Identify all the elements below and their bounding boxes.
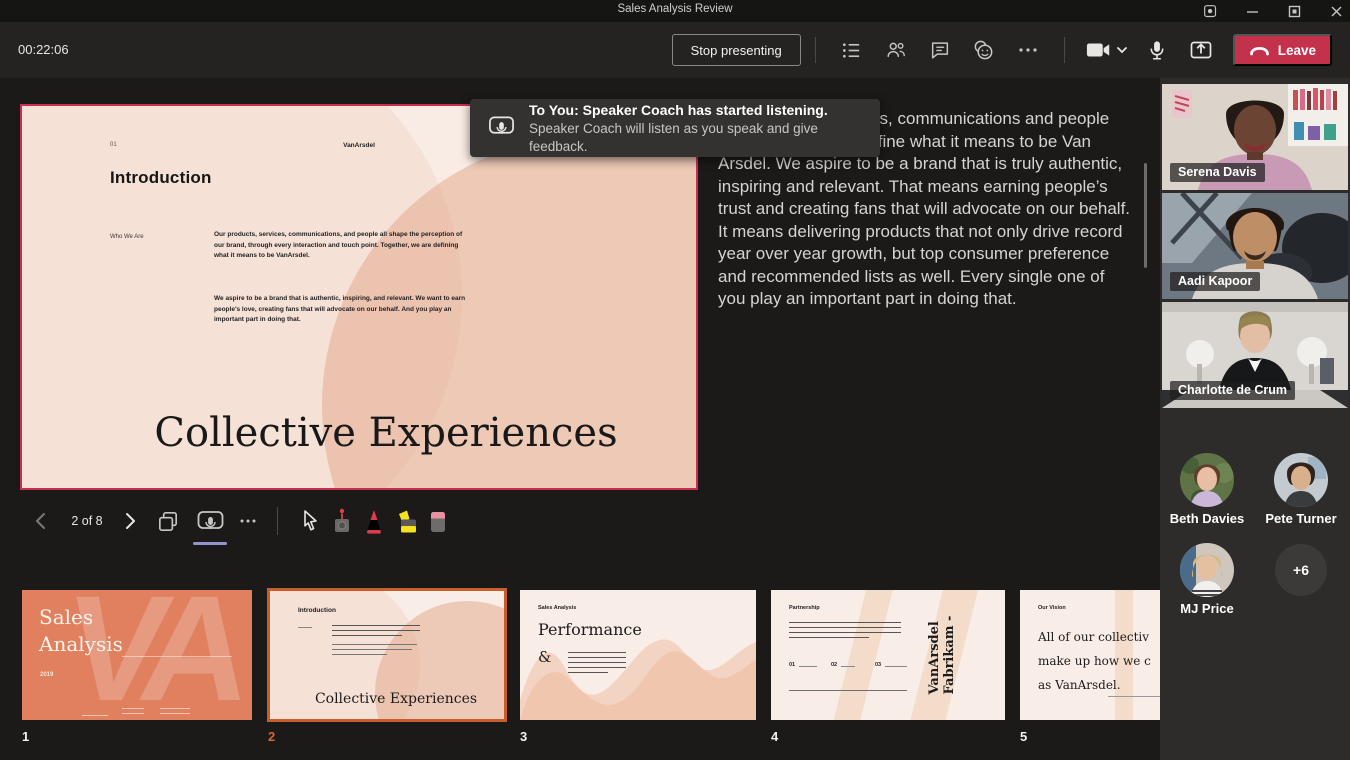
teams-meeting-window: Sales Analysis Review 00:22:06 Stop pres…: [0, 0, 1350, 760]
maximize-button[interactable]: [1286, 3, 1302, 19]
thumbnail-kicker: Sales Analysis: [538, 605, 576, 611]
notes-scrollbar[interactable]: [1144, 163, 1147, 268]
title-bar: Sales Analysis Review: [0, 0, 1350, 22]
previous-slide-button[interactable]: [28, 502, 52, 540]
participant-avatar-name: Pete Turner: [1246, 511, 1350, 526]
current-slide[interactable]: 01 VanArsdel Introduction Who We Are Our…: [20, 104, 698, 490]
microphone-icon[interactable]: [1135, 30, 1179, 70]
thumbnail-step: 03: [875, 662, 881, 668]
speaker-coach-toast[interactable]: To You: Speaker Coach has started listen…: [470, 99, 880, 157]
thumbnail-step: 01: [789, 662, 795, 668]
video-tile[interactable]: Charlotte de Crum: [1162, 302, 1348, 408]
camera-toggle-icon[interactable]: [1079, 30, 1135, 70]
thumbnail-number-active: 2: [268, 729, 275, 744]
speaker-coach-icon: [488, 114, 515, 143]
slide-display-title: Collective Experiences: [82, 410, 690, 456]
thumbnail-vertical-title: VanArsdel Fabrikam -: [887, 600, 997, 710]
meeting-timer: 00:22:06: [18, 42, 69, 57]
participant-name-label: Charlotte de Crum: [1170, 381, 1295, 400]
thumbnail-number: 5: [1020, 729, 1027, 744]
pointer-tool[interactable]: [296, 502, 324, 540]
share-screen-icon[interactable]: [1179, 30, 1223, 70]
camera-dropdown-caret: [1117, 47, 1127, 54]
meeting-toolbar: 00:22:06 Stop presenting: [0, 22, 1350, 78]
thumbnail-number: 4: [771, 729, 778, 744]
slide-body-paragraph: Our products, services, communications, …: [214, 230, 474, 262]
thumbnail-heading: Introduction: [298, 607, 336, 614]
thumbnail-year: 2019: [40, 672, 53, 678]
leave-button-label: Leave: [1278, 43, 1316, 58]
laser-pointer-tool[interactable]: [328, 502, 356, 540]
thumbnail-title: Performance: [538, 620, 642, 639]
participant-avatar[interactable]: [1274, 453, 1328, 507]
thumbnail-step: 02: [831, 662, 837, 668]
slide-thumbnail-5[interactable]: Our Vision All of our collectiv make up …: [1020, 590, 1160, 720]
thumbnail-title: Sales Analysis: [39, 604, 123, 658]
thumbnail-number: 3: [520, 729, 527, 744]
participant-avatar-name: MJ Price: [1152, 601, 1262, 616]
stop-presenting-button[interactable]: Stop presenting: [672, 34, 801, 66]
speaker-coach-toggle[interactable]: [192, 502, 228, 540]
toolbar-divider: [815, 37, 816, 63]
highlighter-tool[interactable]: [394, 502, 422, 540]
slide-grid-icon[interactable]: [152, 502, 184, 540]
eraser-tool[interactable]: [424, 502, 452, 540]
annotation-divider: [277, 507, 278, 535]
thumbnail-heading: Our Vision: [1038, 605, 1066, 611]
window-title: Sales Analysis Review: [0, 3, 1350, 15]
thumbnail-display-title: Collective Experiences: [290, 691, 502, 707]
participant-name-label: Serena Davis: [1170, 163, 1265, 182]
slide-thumbnail-1[interactable]: VA Sales Analysis 2019: [22, 590, 252, 720]
slide-heading: Introduction: [110, 168, 212, 188]
slide-body-paragraph: We aspire to be a brand that is authenti…: [214, 294, 474, 326]
thumbnail-ampersand: &: [538, 648, 551, 666]
show-participants-icon[interactable]: [874, 30, 918, 70]
video-tile[interactable]: Aadi Kapoor: [1162, 193, 1348, 299]
toolbar-divider: [1064, 37, 1065, 63]
slide-thumbnail-4[interactable]: Partnership 01 02 03 VanArsdel Fabrikam …: [771, 590, 1005, 720]
thumbnail-heading: Partnership: [789, 605, 820, 611]
red-pen-tool[interactable]: [360, 502, 388, 540]
slide-kicker: Who We Are: [110, 234, 144, 240]
more-presenter-options-icon[interactable]: [232, 502, 264, 540]
close-button[interactable]: [1328, 3, 1344, 19]
next-slide-button[interactable]: [118, 502, 142, 540]
chat-icon[interactable]: [918, 30, 962, 70]
toast-subtitle: Speaker Coach will listen as you speak a…: [529, 120, 880, 156]
slide-thumbnail-3[interactable]: Sales Analysis Performance &: [520, 590, 756, 720]
meeting-notes-icon[interactable]: [830, 30, 874, 70]
slide-thumbnail-2-selected[interactable]: Introduction Collective Experiences: [267, 588, 507, 722]
toast-title: To You: Speaker Coach has started listen…: [529, 101, 880, 120]
more-options-icon[interactable]: [1006, 30, 1050, 70]
minimize-button[interactable]: [1244, 3, 1260, 19]
speaker-coach-active-indicator: [193, 542, 227, 545]
participant-name-label: Aadi Kapoor: [1170, 272, 1260, 291]
video-tile[interactable]: Serena Davis: [1162, 84, 1348, 190]
leave-button[interactable]: Leave: [1233, 34, 1332, 66]
participant-avatar[interactable]: [1180, 453, 1234, 507]
participant-avatar[interactable]: [1180, 543, 1234, 597]
overflow-participants-button[interactable]: +6: [1275, 544, 1327, 596]
reactions-icon[interactable]: [962, 30, 1006, 70]
thumbnail-number: 1: [22, 729, 29, 744]
participants-panel: Serena Davis Aadi Kapoor: [1160, 78, 1350, 760]
slide-position-label: 2 of 8: [58, 502, 116, 540]
popout-icon[interactable]: [1202, 3, 1218, 19]
hang-up-icon: [1249, 45, 1270, 56]
